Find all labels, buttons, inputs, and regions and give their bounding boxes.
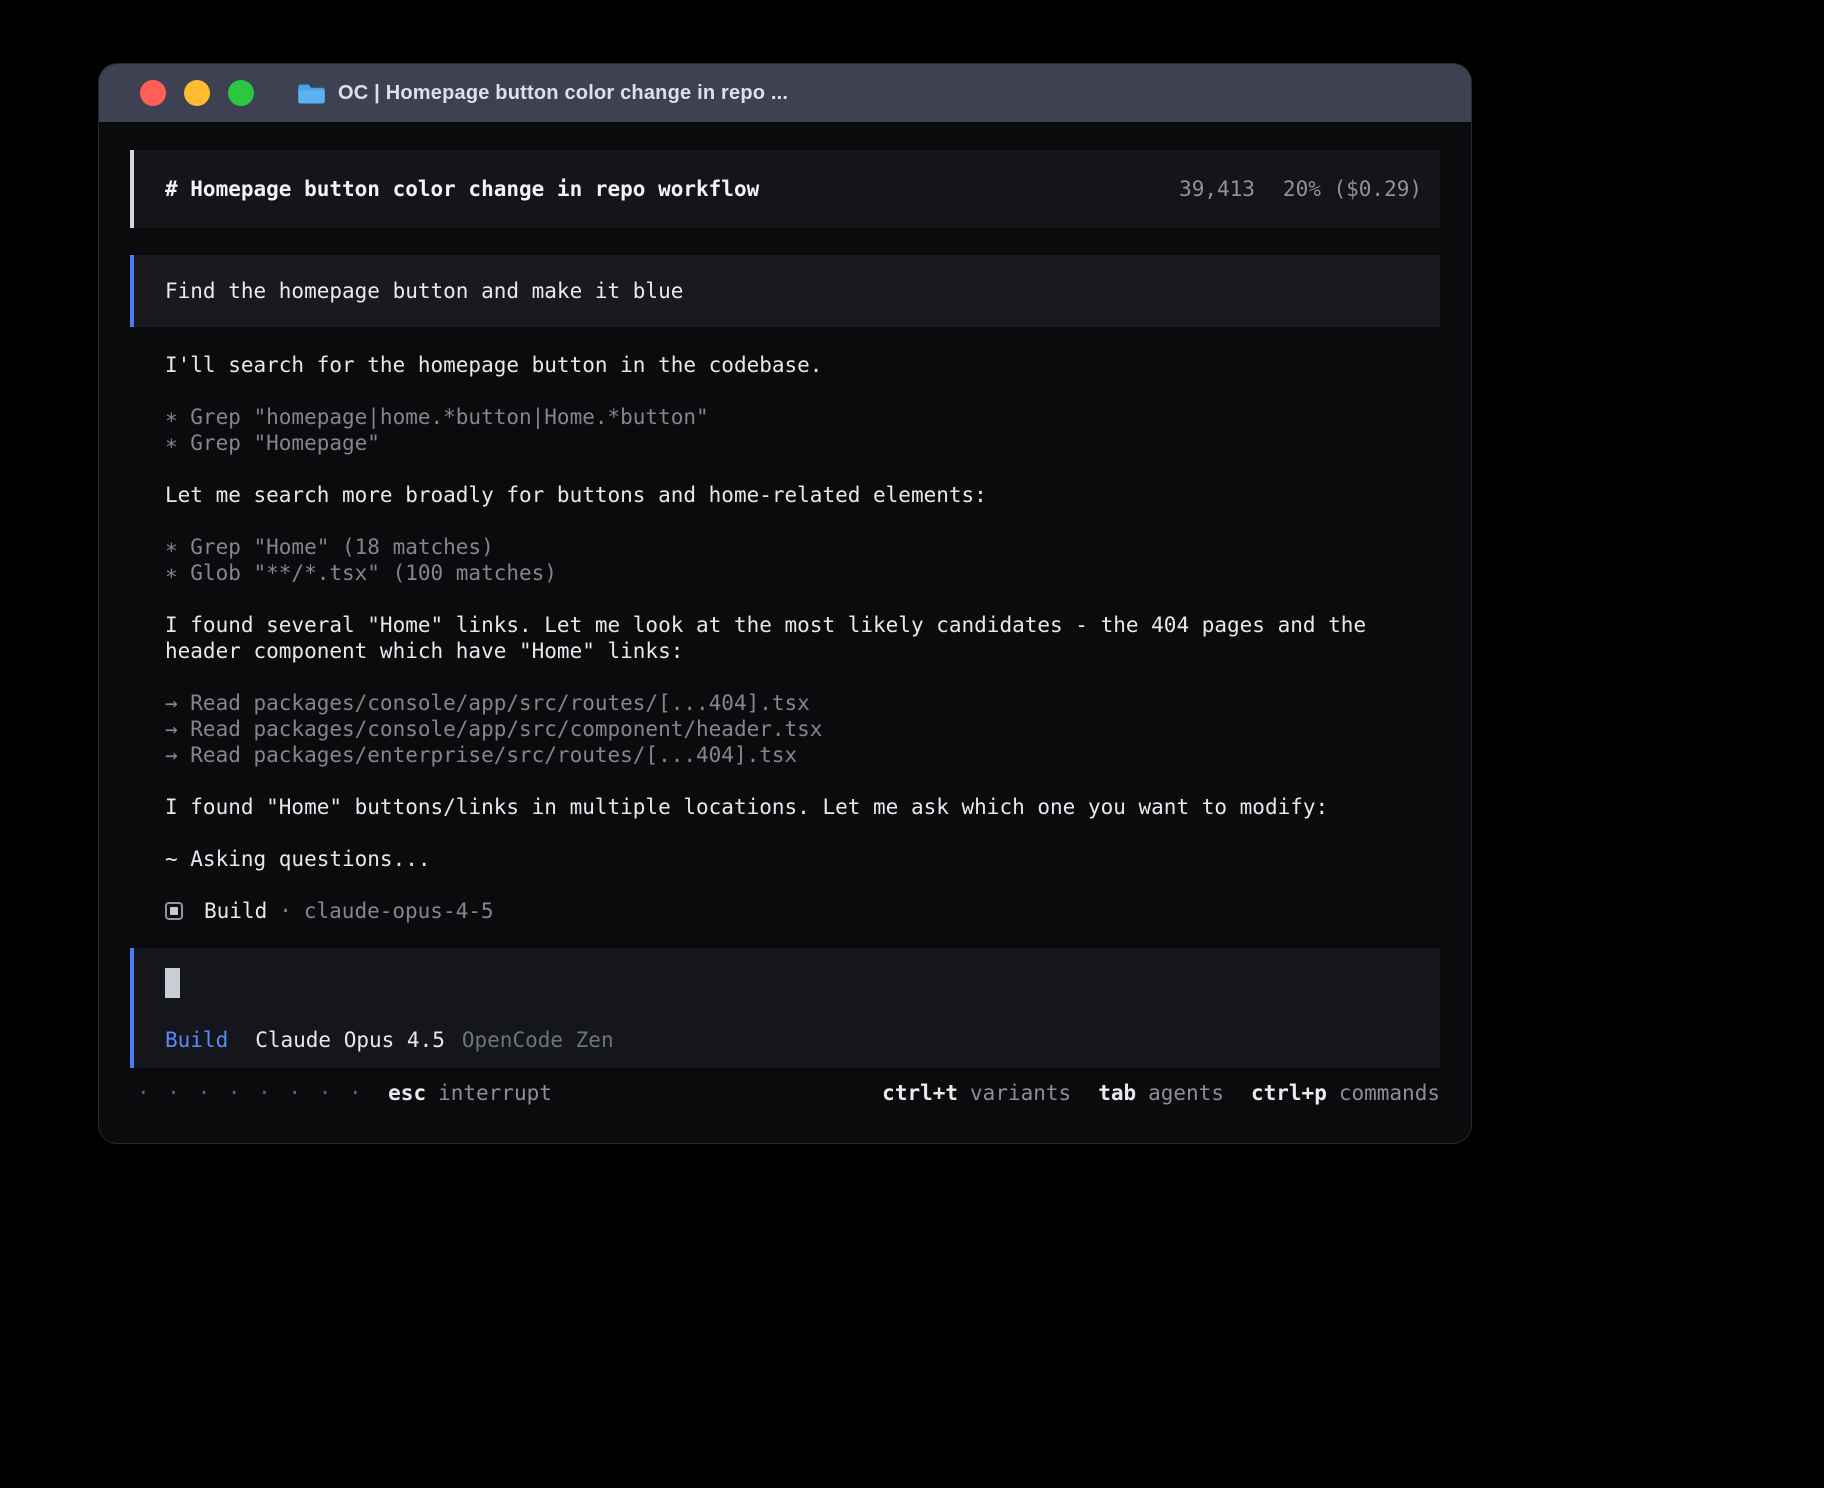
blank-line	[165, 586, 1440, 612]
status-bar-left: · · · · · · · · esc interrupt	[137, 1081, 552, 1105]
status-bar: · · · · · · · · esc interrupt ctrl+t var…	[130, 1078, 1440, 1108]
shortcut-key: ctrl+p	[1251, 1081, 1327, 1105]
shortcut-key: ctrl+t	[882, 1081, 958, 1105]
user-message: Find the homepage button and make it blu…	[130, 255, 1440, 327]
shortcut-label: variants	[970, 1081, 1071, 1105]
assistant-status-line: ~ Asking questions...	[165, 846, 1440, 872]
tool-call-line: → Read packages/console/app/src/componen…	[165, 716, 1440, 742]
shortcut-variants: ctrl+t variants	[882, 1081, 1071, 1105]
tool-call-line: ∗ Grep "Homepage"	[165, 430, 1440, 456]
model-label: Claude Opus 4.5	[255, 1028, 445, 1052]
text-cursor	[165, 968, 180, 998]
shortcut-commands: ctrl+p commands	[1251, 1081, 1440, 1105]
prompt-input[interactable]: Build Claude Opus 4.5 OpenCode Zen	[130, 948, 1440, 1068]
assistant-text-line: Let me search more broadly for buttons a…	[165, 482, 1440, 508]
agent-model: claude-opus-4-5	[304, 899, 494, 923]
blank-line	[165, 820, 1440, 846]
blank-line	[165, 768, 1440, 794]
close-button[interactable]	[140, 80, 166, 106]
tool-call-line: ∗ Grep "homepage|home.*button|Home.*butt…	[165, 404, 1440, 430]
agent-build-icon	[165, 902, 183, 920]
terminal-window: OC | Homepage button color change in rep…	[99, 64, 1471, 1143]
blank-line	[165, 378, 1440, 404]
assistant-text-line: I'll search for the homepage button in t…	[165, 352, 1440, 378]
provider-label: OpenCode Zen	[462, 1028, 614, 1052]
context-cost: 20% ($0.29)	[1283, 177, 1422, 201]
shortcut-key: tab	[1098, 1081, 1136, 1105]
session-title: # Homepage button color change in repo w…	[165, 177, 759, 201]
shortcut-agents: tab agents	[1098, 1081, 1224, 1105]
input-meta-row: Build Claude Opus 4.5 OpenCode Zen	[165, 1028, 1412, 1052]
window-title-group: OC | Homepage button color change in rep…	[298, 82, 788, 105]
tool-call-line: ∗ Glob "**/*.tsx" (100 matches)	[165, 560, 1440, 586]
zoom-button[interactable]	[228, 80, 254, 106]
shortcut-label: commands	[1339, 1081, 1440, 1105]
traffic-lights	[140, 80, 254, 106]
shortcut-key: esc	[388, 1081, 426, 1105]
token-count: 39,413	[1179, 177, 1255, 201]
tool-call-line: → Read packages/enterprise/src/routes/[.…	[165, 742, 1440, 768]
user-message-text: Find the homepage button and make it blu…	[165, 279, 683, 303]
blank-line	[165, 664, 1440, 690]
folder-icon	[298, 82, 325, 104]
assistant-text-line: I found several "Home" links. Let me loo…	[165, 612, 1440, 638]
window-title: OC | Homepage button color change in rep…	[338, 82, 788, 105]
assistant-output: I'll search for the homepage button in t…	[130, 327, 1440, 872]
mode-label: Build	[165, 1028, 228, 1052]
status-bar-right: ctrl+t variants tab agents ctrl+p comman…	[882, 1081, 1440, 1105]
agent-name: Build	[204, 899, 267, 923]
blank-line	[165, 508, 1440, 534]
session-stats: 39,413 20% ($0.29)	[1179, 177, 1422, 201]
assistant-text-line: I found "Home" buttons/links in multiple…	[165, 794, 1440, 820]
tool-call-line: → Read packages/console/app/src/routes/[…	[165, 690, 1440, 716]
tool-call-line: ∗ Grep "Home" (18 matches)	[165, 534, 1440, 560]
session-header: # Homepage button color change in repo w…	[130, 150, 1440, 228]
shortcut-label: interrupt	[438, 1081, 552, 1105]
shortcut-interrupt: esc interrupt	[388, 1081, 552, 1105]
shortcut-label: agents	[1148, 1081, 1224, 1105]
agent-separator: ·	[279, 899, 292, 923]
blank-line	[165, 456, 1440, 482]
desktop-background: OC | Homepage button color change in rep…	[0, 0, 1824, 1488]
terminal-body: # Homepage button color change in repo w…	[99, 122, 1471, 1108]
agent-status-row: Build · claude-opus-4-5	[165, 898, 1440, 924]
minimize-button[interactable]	[184, 80, 210, 106]
window-titlebar: OC | Homepage button color change in rep…	[99, 64, 1471, 122]
spinner-dots: · · · · · · · ·	[137, 1081, 364, 1105]
assistant-text-line: header component which have "Home" links…	[165, 638, 1440, 664]
